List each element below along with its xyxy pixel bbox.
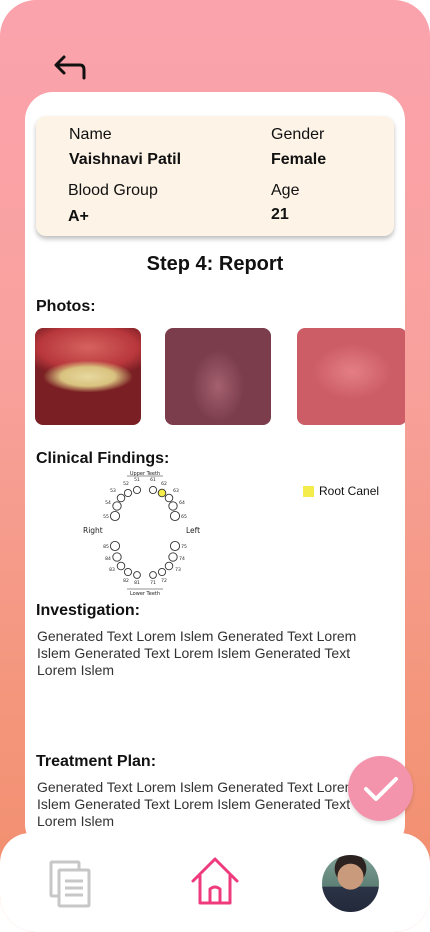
- dental-photo-2[interactable]: [165, 328, 271, 425]
- svg-text:65: 65: [181, 514, 187, 520]
- report-screen: Name Vaishnavi Patil Gender Female Blood…: [0, 0, 430, 932]
- legend: Root Canel: [303, 484, 379, 498]
- svg-text:54: 54: [105, 500, 111, 506]
- svg-text:84: 84: [105, 556, 111, 562]
- tooth-62-root-canal: [157, 488, 167, 498]
- gender-value: Female: [271, 151, 327, 168]
- bottom-nav: [0, 833, 430, 932]
- dental-photo-3[interactable]: [297, 328, 405, 425]
- home-icon[interactable]: [189, 855, 241, 912]
- back-arrow-icon[interactable]: [50, 52, 88, 84]
- svg-text:82: 82: [123, 578, 129, 584]
- tooth-75: [169, 540, 181, 552]
- age-label: Age: [271, 182, 300, 199]
- tooth-61: [148, 485, 158, 495]
- tooth-64: [168, 501, 178, 511]
- svg-text:71: 71: [150, 580, 156, 586]
- treatment-plan-title: Treatment Plan:: [36, 753, 157, 770]
- photos-title: Photos:: [36, 298, 96, 315]
- lower-teeth-label: Lower Teeth: [130, 591, 160, 597]
- legend-label: Root Canel: [319, 484, 380, 498]
- svg-text:52: 52: [123, 481, 129, 487]
- clinical-findings-title: Clinical Findings:: [36, 450, 170, 467]
- tooth-85: [109, 540, 121, 552]
- legend-swatch: [303, 485, 314, 497]
- tooth-53: [116, 493, 126, 503]
- treatment-plan-text: Generated Text Lorem Islem Generated Tex…: [37, 779, 357, 829]
- dental-photo-1[interactable]: [35, 328, 141, 425]
- tooth-72: [157, 567, 167, 577]
- patient-info-box: Name Vaishnavi Patil Gender Female Blood…: [36, 116, 394, 236]
- svg-text:64: 64: [179, 500, 185, 506]
- svg-text:55: 55: [103, 514, 109, 520]
- tooth-71: [149, 571, 157, 579]
- name-value: Vaishnavi Patil: [69, 151, 182, 168]
- check-icon: [363, 776, 398, 801]
- tooth-74: [168, 552, 178, 562]
- gender-label: Gender: [271, 126, 325, 143]
- profile-avatar[interactable]: [322, 855, 379, 912]
- report-card: Name Vaishnavi Patil Gender Female Blood…: [25, 92, 405, 852]
- right-label: Right: [83, 526, 103, 535]
- tooth-81: [133, 571, 141, 579]
- svg-text:73: 73: [175, 567, 181, 573]
- blood-group-value: A+: [68, 208, 89, 225]
- left-label: Left: [186, 526, 200, 535]
- svg-text:74: 74: [179, 556, 185, 562]
- tooth-73: [164, 561, 174, 571]
- svg-text:63: 63: [173, 488, 179, 494]
- svg-text:85: 85: [103, 544, 109, 550]
- svg-text:81: 81: [134, 580, 140, 586]
- svg-text:51: 51: [134, 477, 140, 483]
- tooth-52: [123, 488, 133, 498]
- svg-text:72: 72: [161, 578, 167, 584]
- tooth-82: [123, 567, 133, 577]
- tooth-54: [112, 501, 122, 511]
- tooth-84: [112, 552, 122, 562]
- dental-chart: Upper Teeth 51 61 52 62 53 63 54 64 55 6…: [83, 468, 207, 600]
- investigation-title: Investigation:: [36, 602, 141, 619]
- age-value: 21: [271, 206, 289, 223]
- step-title: Step 4: Report: [146, 253, 284, 275]
- investigation-text: Generated Text Lorem Islem Generated Tex…: [37, 628, 357, 678]
- svg-text:61: 61: [150, 477, 156, 483]
- svg-text:83: 83: [109, 567, 115, 573]
- tooth-63: [164, 493, 174, 503]
- tooth-83: [116, 561, 126, 571]
- svg-text:53: 53: [110, 488, 116, 494]
- confirm-button[interactable]: [348, 756, 413, 821]
- name-label: Name: [69, 126, 112, 143]
- tooth-65: [169, 510, 181, 522]
- svg-text:62: 62: [161, 481, 167, 487]
- tooth-51: [132, 485, 142, 495]
- documents-icon[interactable]: [48, 859, 92, 914]
- blood-group-label: Blood Group: [68, 182, 158, 199]
- svg-text:75: 75: [181, 544, 187, 550]
- tooth-55: [109, 510, 121, 522]
